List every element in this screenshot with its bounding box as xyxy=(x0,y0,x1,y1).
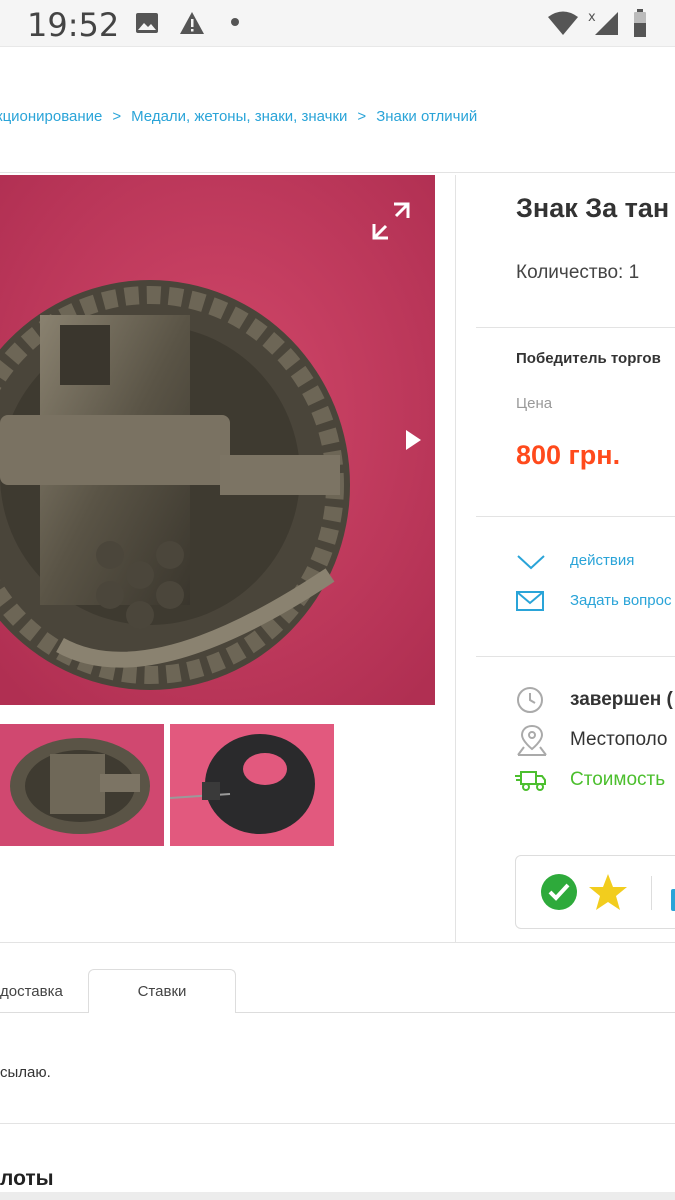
clock-icon xyxy=(517,687,543,713)
breadcrumb-separator: > xyxy=(112,108,122,125)
bottom-bar xyxy=(0,1192,675,1200)
section-divider xyxy=(0,942,675,943)
expand-icon[interactable] xyxy=(370,200,412,242)
verified-check-icon xyxy=(541,874,577,910)
envelope-icon[interactable] xyxy=(515,590,545,612)
status-bar: 19:52 x xyxy=(0,0,675,46)
breadcrumb-separator: > xyxy=(357,108,367,125)
seller-badges-box xyxy=(515,855,675,929)
price-value: 800 грн. xyxy=(516,440,621,470)
wifi-icon xyxy=(548,11,578,35)
tab-underline xyxy=(236,1012,675,1013)
column-divider xyxy=(455,175,456,942)
next-image-arrow-icon[interactable] xyxy=(403,428,423,452)
image-icon xyxy=(136,13,158,33)
dot-icon xyxy=(231,18,239,26)
section-heading: лоты xyxy=(0,1167,54,1190)
actions-dropdown[interactable]: действия xyxy=(570,552,634,569)
location-label: Местополо xyxy=(570,729,668,750)
ask-question-link[interactable]: Задать вопрос xyxy=(570,592,671,609)
delivery-truck-icon xyxy=(515,771,546,791)
chevron-down-icon[interactable] xyxy=(515,552,547,572)
breadcrumb-item-auction[interactable]: кционирование xyxy=(0,108,102,125)
signal-icon: x xyxy=(588,10,618,35)
location-pin-icon xyxy=(517,724,547,756)
breadcrumb-divider xyxy=(0,172,675,173)
badge-fragment xyxy=(671,889,675,911)
battery-icon xyxy=(634,9,646,37)
breadcrumb: кционирование > Медали, жетоны, знаки, зна… xyxy=(0,108,477,125)
auction-status: завершен ( xyxy=(570,689,673,710)
status-time: 19:52 xyxy=(27,6,120,44)
listing-quantity: Количество: 1 xyxy=(516,262,640,283)
breadcrumb-item-badges[interactable]: Знаки отличий xyxy=(376,108,477,125)
divider xyxy=(476,516,675,517)
description-text: сылаю. xyxy=(0,1064,51,1081)
divider xyxy=(476,656,675,657)
statusbar-divider xyxy=(0,46,675,47)
divider xyxy=(476,327,675,328)
tab-bids-label: Ставки xyxy=(137,983,187,1000)
main-product-image[interactable] xyxy=(0,175,435,705)
thumbnail-front[interactable] xyxy=(0,724,164,846)
section-divider xyxy=(0,1123,675,1124)
shipping-cost-link[interactable]: Стоимость xyxy=(570,769,665,791)
thumbnail-back[interactable] xyxy=(170,724,334,846)
badge-divider xyxy=(651,876,652,910)
breadcrumb-item-medals[interactable]: Медали, жетоны, знаки, значки xyxy=(131,108,347,125)
listing-title: Знак За тан xyxy=(516,193,670,223)
star-icon xyxy=(589,874,627,910)
winner-label: Победитель торгов xyxy=(516,350,661,367)
svg-text:x: x xyxy=(588,10,596,25)
tab-delivery[interactable]: доставка xyxy=(0,983,63,1000)
tab-underline xyxy=(0,1012,88,1013)
warning-icon xyxy=(180,12,204,34)
tab-bids[interactable]: Ставки xyxy=(88,969,236,1013)
price-label: Цена xyxy=(516,395,553,412)
